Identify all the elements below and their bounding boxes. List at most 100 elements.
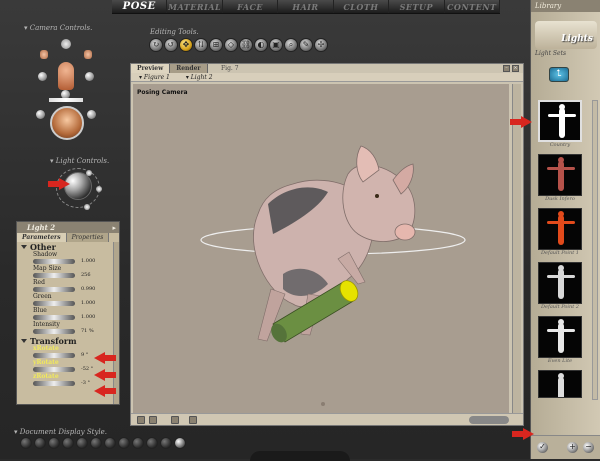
room-tab-content[interactable]: CONTENT <box>445 0 500 13</box>
library-thumbnail[interactable] <box>538 100 582 142</box>
smooth-lined-style-icon[interactable] <box>160 437 172 449</box>
view-magnifier-tool-icon[interactable]: ⌕ <box>284 38 298 52</box>
param-dial[interactable] <box>33 315 75 320</box>
document-style-pill[interactable] <box>469 416 509 424</box>
group-other[interactable]: Other <box>17 242 113 252</box>
texture-shaded-style-icon[interactable] <box>174 437 186 449</box>
hidden-line-style-icon[interactable] <box>62 437 74 449</box>
viewport-scrollbar[interactable] <box>512 84 521 414</box>
apply-check-icon[interactable]: ✓ <box>537 442 548 453</box>
tab-properties[interactable]: Properties <box>66 233 110 242</box>
document-tabs: Preview Render <box>131 64 208 73</box>
translate-in-out-tool-icon[interactable]: ⇅ <box>194 38 208 52</box>
group-transform[interactable]: Transform <box>17 336 113 346</box>
tab-parameters[interactable]: Parameters <box>17 233 67 242</box>
figure-body-icon <box>558 269 564 299</box>
param-value[interactable]: 0.990 <box>81 287 95 292</box>
param-dial[interactable] <box>33 381 75 386</box>
library-thumbnail[interactable] <box>538 208 582 250</box>
library-item[interactable]: Dusk Infero <box>538 154 582 204</box>
param-value[interactable]: 1.000 <box>81 259 95 264</box>
remove-from-library-icon[interactable]: − <box>583 442 594 453</box>
figure-menu[interactable]: ▾ Figure 1 <box>139 73 170 81</box>
camera-dot-icon[interactable] <box>38 72 47 81</box>
cartoon-style-icon[interactable] <box>118 437 130 449</box>
tab-render[interactable]: Render <box>170 64 208 73</box>
minimize-icon[interactable]: – <box>503 65 510 72</box>
grouping-tool-icon[interactable]: ▣ <box>269 38 283 52</box>
light-dot-icon[interactable] <box>96 186 102 192</box>
library-item[interactable] <box>538 370 582 398</box>
library-item[interactable]: Default Point 2 <box>538 262 582 312</box>
smooth-shaded-style-icon[interactable] <box>146 437 158 449</box>
library-item[interactable]: Country <box>538 100 582 150</box>
translate-tool-icon[interactable]: ✥ <box>179 38 193 52</box>
room-tab-cloth[interactable]: CLOTH <box>334 0 390 13</box>
room-tab-setup[interactable]: SETUP <box>389 0 445 13</box>
param-value[interactable]: -52 ° <box>81 367 93 372</box>
library-thumbnail[interactable] <box>538 370 582 398</box>
library-thumbnail[interactable] <box>538 316 582 358</box>
library-item[interactable]: Even Lite <box>538 316 582 366</box>
param-dial[interactable] <box>33 353 75 358</box>
close-icon[interactable]: × <box>512 65 519 72</box>
camera-right-hand-icon[interactable] <box>84 50 92 59</box>
light-dot-icon[interactable] <box>86 170 92 176</box>
tracking-mode-icon[interactable] <box>189 416 197 424</box>
param-dial[interactable] <box>33 287 75 292</box>
library-thumbnail[interactable] <box>538 154 582 196</box>
library-item[interactable]: Default Point 1 <box>538 208 582 258</box>
flat-lined-style-icon[interactable] <box>104 437 116 449</box>
param-value[interactable]: 9 ° <box>81 353 88 358</box>
camera-trackball-icon[interactable] <box>50 106 84 140</box>
shadow-toggle-icon[interactable] <box>171 416 179 424</box>
cartoon-line-style-icon[interactable] <box>132 437 144 449</box>
camera-move-arrows-icon[interactable] <box>49 98 83 102</box>
rotate-tool-icon[interactable]: ↻ <box>149 38 163 52</box>
actor-menu[interactable]: ▾ Light 2 <box>186 73 213 81</box>
tab-preview[interactable]: Preview <box>131 64 171 73</box>
param-dial[interactable] <box>33 367 75 372</box>
silhouette-style-icon[interactable] <box>20 437 32 449</box>
room-tab-face[interactable]: FACE <box>223 0 279 13</box>
camera-dot-icon[interactable] <box>85 72 94 81</box>
twist-tool-icon[interactable]: ↺ <box>164 38 178 52</box>
up-arrow-icon[interactable]: ⮤ <box>549 67 569 82</box>
footer-toggle-icon[interactable] <box>149 416 157 424</box>
add-to-library-icon[interactable]: + <box>567 442 578 453</box>
room-tab-pose[interactable]: POSE <box>112 0 168 13</box>
camera-dot-icon[interactable] <box>87 110 96 119</box>
param-value[interactable]: 1.000 <box>81 301 95 306</box>
library-category[interactable]: Lights <box>535 21 597 49</box>
color-tool-icon[interactable]: ◐ <box>254 38 268 52</box>
outline-style-icon[interactable] <box>34 437 46 449</box>
chain-break-tool-icon[interactable]: ⛓ <box>239 38 253 52</box>
camera-left-hand-icon[interactable] <box>40 50 48 59</box>
lit-wireframe-style-icon[interactable] <box>76 437 88 449</box>
param-value[interactable]: 1.000 <box>81 315 95 320</box>
scene-viewport[interactable]: Posing Camera <box>133 84 509 414</box>
library-thumbnail[interactable] <box>538 262 582 304</box>
light-dot-icon[interactable] <box>84 204 90 210</box>
taper-tool-icon[interactable]: ◇ <box>224 38 238 52</box>
room-tab-hair[interactable]: HAIR <box>278 0 334 13</box>
flat-shaded-style-icon[interactable] <box>90 437 102 449</box>
library-scrollbar[interactable] <box>592 100 598 400</box>
param-value[interactable]: -3 ° <box>81 381 90 386</box>
param-value[interactable]: 71 % <box>81 329 94 334</box>
camera-figure-icon[interactable] <box>58 62 74 90</box>
param-value[interactable]: 256 <box>81 273 91 278</box>
camera-face-icon[interactable] <box>61 39 71 49</box>
direct-manipulation-tool-icon[interactable]: ✢ <box>314 38 328 52</box>
room-tab-material[interactable]: MATERIAL <box>167 0 223 13</box>
param-dial[interactable] <box>33 259 75 264</box>
param-dial[interactable] <box>33 329 75 334</box>
morphing-tool-icon[interactable]: ✎ <box>299 38 313 52</box>
param-dial[interactable] <box>33 301 75 306</box>
param-dial[interactable] <box>33 273 75 278</box>
footer-menu-icon[interactable] <box>137 416 145 424</box>
camera-dot-icon[interactable] <box>36 110 45 119</box>
scale-tool-icon[interactable]: ⊞ <box>209 38 223 52</box>
wireframe-style-icon[interactable] <box>48 437 60 449</box>
panel-menu-arrow-icon[interactable]: ▸ <box>112 222 116 233</box>
